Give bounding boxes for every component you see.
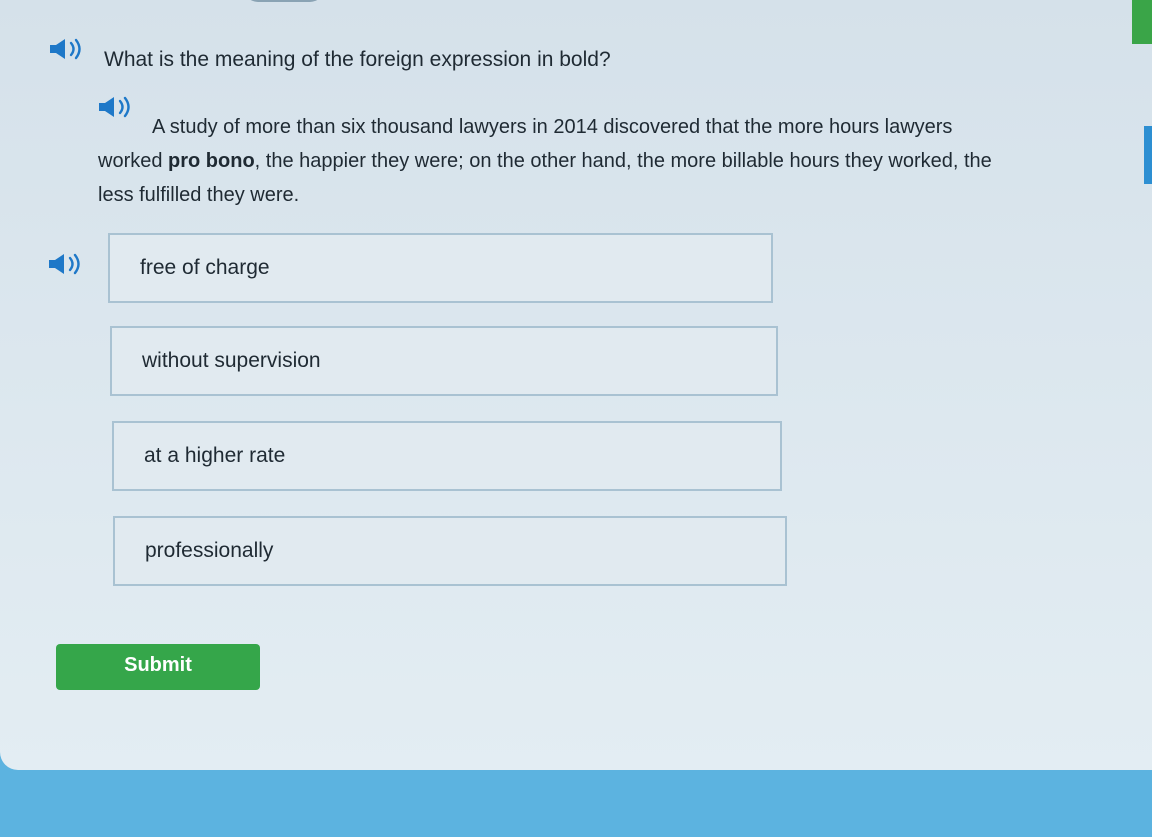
answer-option-at-a-higher-rate[interactable]: at a higher rate: [112, 421, 782, 491]
passage-line-1: A study of more than six thousand lawyer…: [152, 116, 953, 138]
passage-line-2: worked pro bono, the happier they were; …: [98, 150, 992, 172]
answer-option-free-of-charge[interactable]: free of charge: [108, 233, 773, 303]
answer-option-professionally[interactable]: professionally: [113, 516, 787, 586]
bold-foreign-expression: pro bono: [168, 150, 255, 172]
answer-option-without-supervision[interactable]: without supervision: [110, 326, 778, 396]
submit-button[interactable]: Submit: [56, 644, 260, 690]
option-speaker-icon[interactable]: [47, 253, 87, 275]
side-blue-tab: [1144, 126, 1152, 184]
reading-passage: A study of more than six thousand lawyer…: [98, 110, 1078, 212]
question-card: What is the meaning of the foreign expre…: [0, 0, 1152, 770]
question-prompt: What is the meaning of the foreign expre…: [104, 48, 611, 71]
question-speaker-icon[interactable]: [48, 38, 88, 60]
passage-line-3: less fulfilled they were.: [98, 184, 300, 206]
side-green-tab: [1132, 0, 1152, 44]
top-edge-decoration: [244, 0, 324, 2]
